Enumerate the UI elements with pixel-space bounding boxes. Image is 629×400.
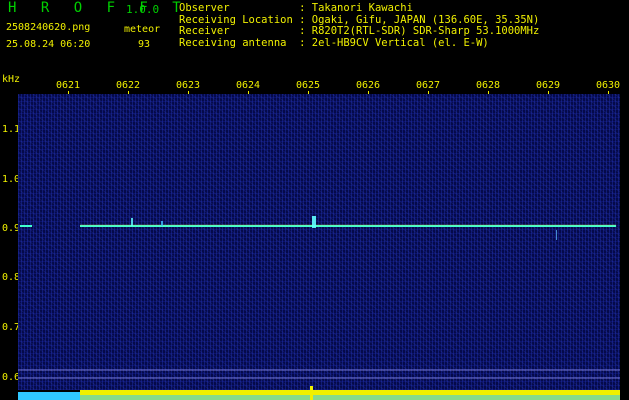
app-version: 1.0.0 [126,3,160,16]
file-name: 2508240620.png [6,22,91,33]
y-unit-label: kHz [2,74,21,85]
x-tick-label: 0626 [356,80,381,91]
x-tick-label: 0630 [596,80,621,91]
x-tick-label: 0629 [536,80,561,91]
meteor-blip [131,218,133,226]
spectrogram-plot [18,94,620,390]
header-panel: H R O F F T 1.0.0 2508240620.png meteor … [0,0,629,56]
spectrogram-overlay [18,216,620,379]
info-antenna: Receiving antenna : 2el-HB9CV Vertical (… [179,36,489,49]
meteor-blip [312,216,316,228]
strip-peak [310,386,313,400]
x-tick-label: 0628 [476,80,501,91]
x-tick-label: 0624 [236,80,261,91]
strip-segment [80,395,620,400]
timestamp: 25.08.24 06:20 [6,39,91,50]
strip-segment [18,392,80,400]
x-tick-label: 0623 [176,80,201,91]
meteor-blip [556,230,557,240]
meteor-count: 93 [138,39,151,50]
app-title: H R O F F T [8,0,189,16]
meteor-label: meteor [124,24,161,35]
info-observer: Observer : Takanori Kawachi [179,2,413,14]
x-tick-label: 0621 [56,80,81,91]
info-receiver: Receiver : R820T2(RTL-SDR) SDR-Sharp 53.… [179,25,540,37]
signal-level-strip [18,386,620,400]
meteor-blip [161,221,163,226]
x-tick-label: 0627 [416,80,441,91]
x-tick-label: 0625 [296,80,321,91]
hrofft-window: H R O F F T 1.0.0 2508240620.png meteor … [0,0,629,400]
x-tick-label: 0622 [116,80,141,91]
